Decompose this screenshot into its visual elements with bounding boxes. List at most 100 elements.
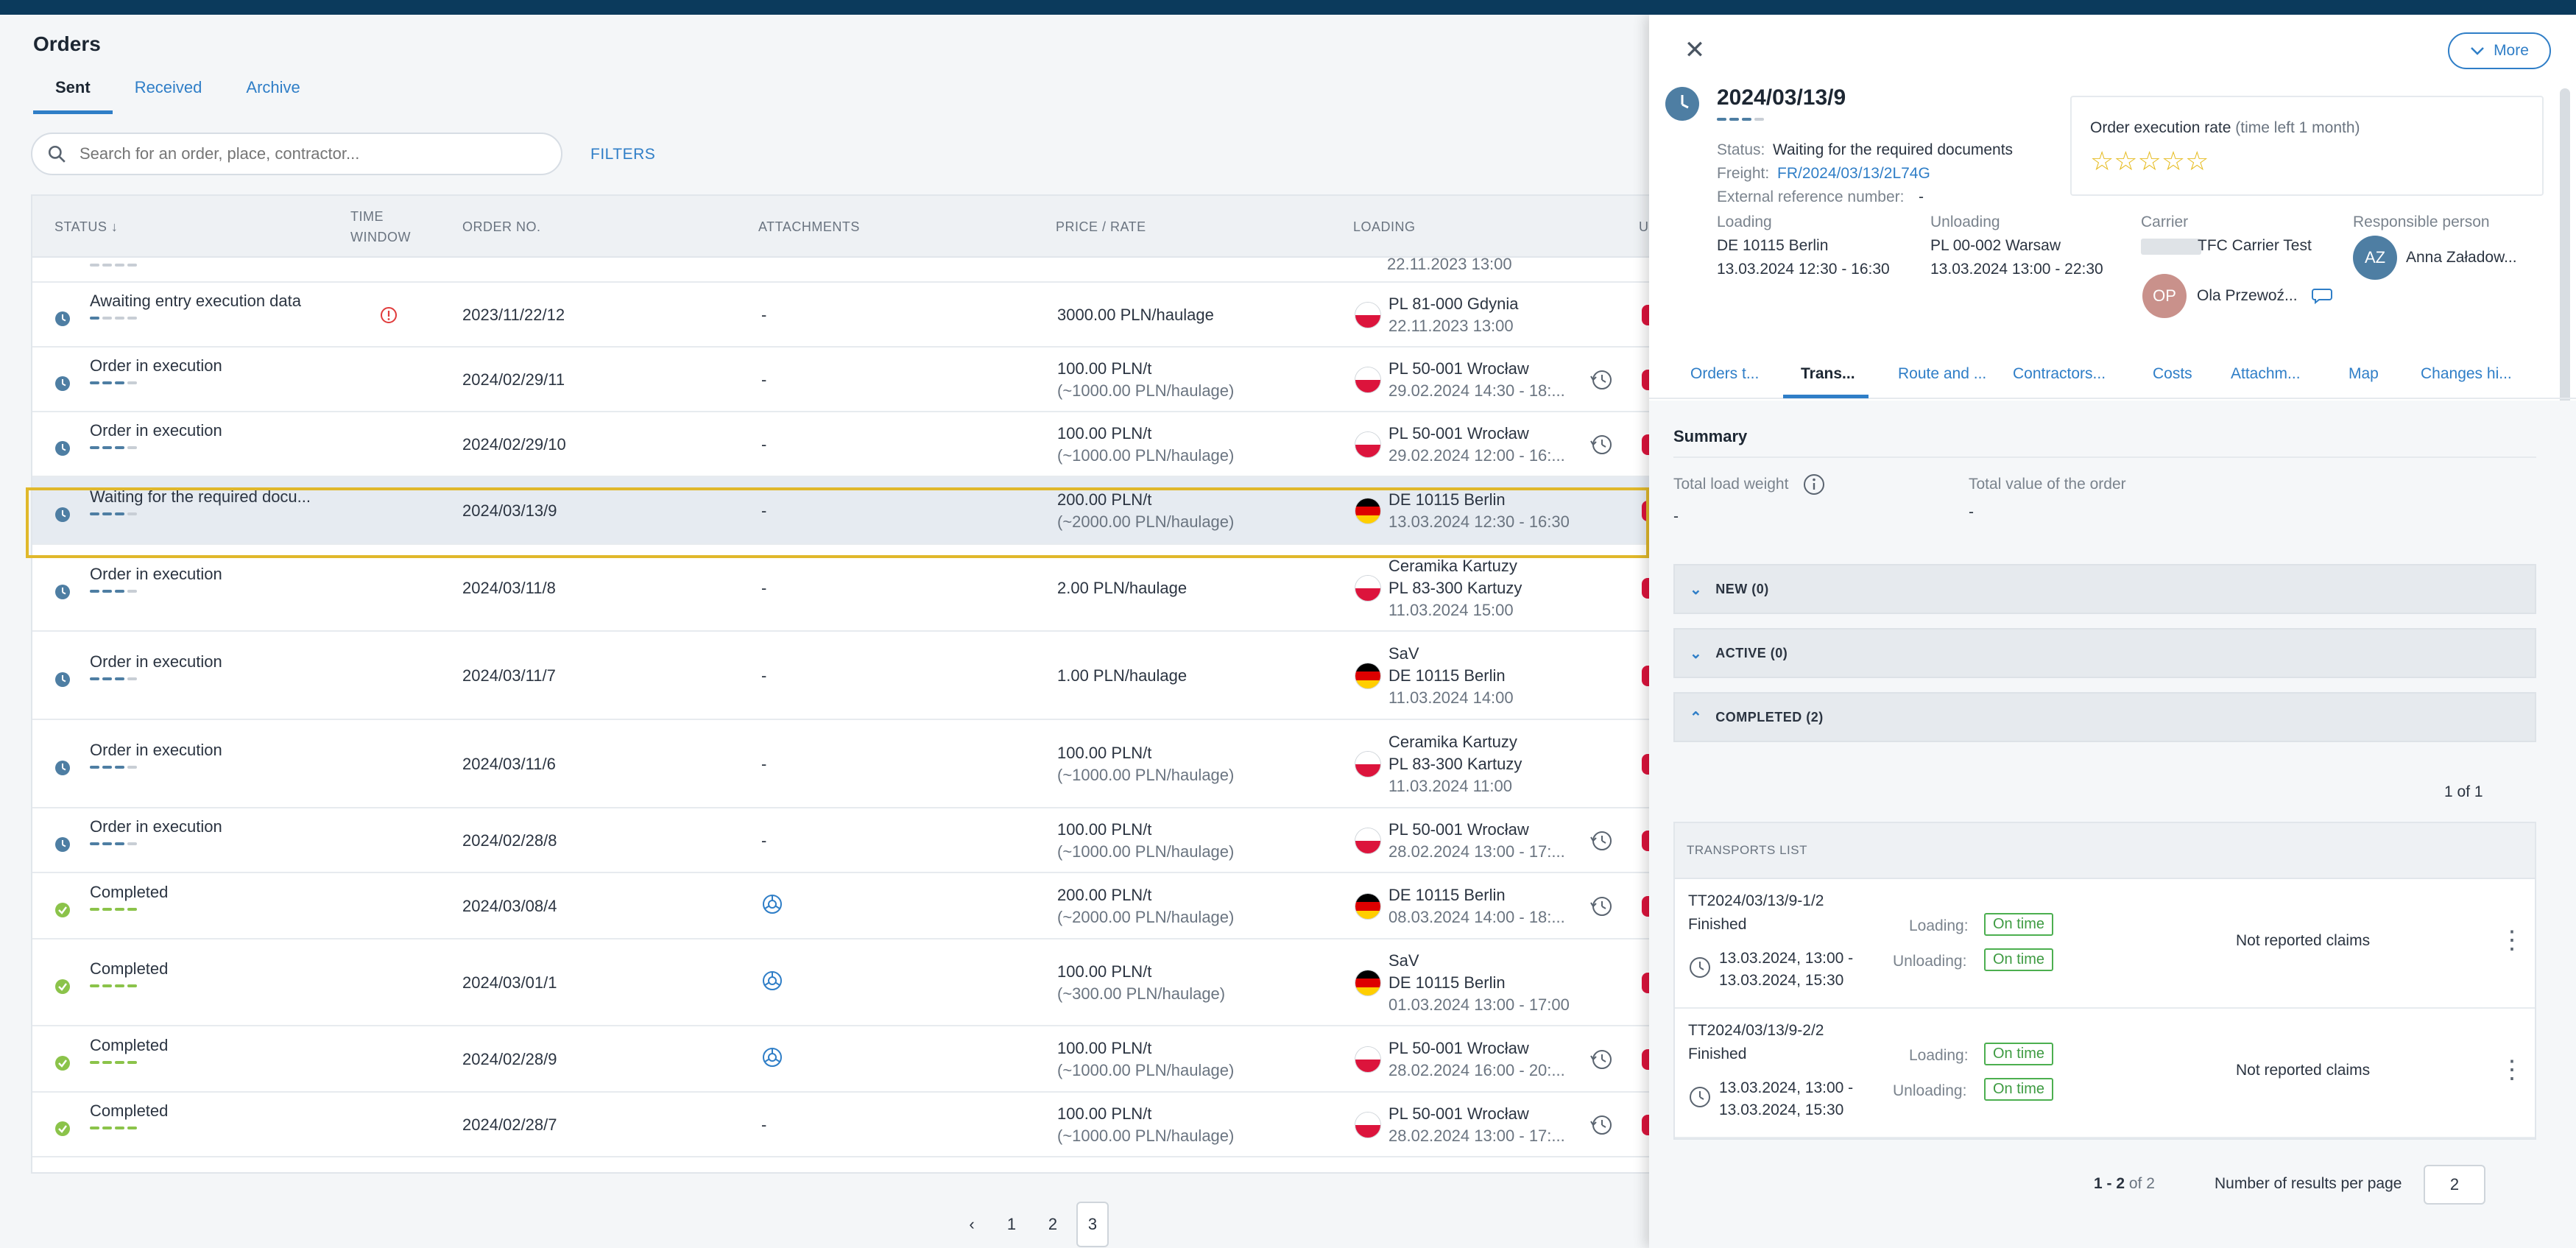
history-icon[interactable] (1589, 1113, 1614, 1138)
attachment-icon[interactable] (761, 970, 783, 992)
table-row[interactable]: Order in execution 2024/02/29/11 - 100.00 P… (32, 348, 1649, 412)
transport-row[interactable]: TT2024/03/13/9-2/2 Finished 13.03.2024, 13… (1675, 1009, 2535, 1138)
order-number[interactable]: 2024/02/28/7 (462, 1114, 557, 1136)
pagination-page-1[interactable]: 1 (995, 1202, 1028, 1247)
table-row[interactable]: Completed 2024/03/01/1 100.00 PLN/t (~300.0… (32, 939, 1649, 1026)
transport-id[interactable]: TT2024/03/13/9-2/2 (1688, 1022, 1824, 1040)
table-row[interactable]: Completed 2024/03/08/4 200.00 PLN/t (~2000.… (32, 873, 1649, 939)
table-row[interactable]: Waiting for the required docu... 2024/03/… (32, 477, 1649, 545)
order-number[interactable]: 2024/03/01/1 (462, 972, 557, 994)
order-number[interactable]: 2024/02/29/11 (462, 369, 565, 391)
tab-orders[interactable]: Orders t... (1690, 365, 1759, 383)
table-row[interactable]: Awaiting entry execution data 2023/11/22/… (32, 283, 1649, 348)
status-cell: Order in execution (90, 739, 222, 769)
tab-costs[interactable]: Costs (2153, 365, 2192, 383)
tab-archive[interactable]: Archive (224, 78, 322, 114)
order-number[interactable]: 2023/11/22/12 (462, 304, 565, 326)
price-cell: 100.00 PLN/t (~1000.00 PLN/haulage) (1057, 742, 1234, 786)
attachments-cell: - (761, 306, 767, 324)
history-icon[interactable] (1589, 828, 1614, 853)
pagination-page-3[interactable]: 3 (1076, 1202, 1109, 1247)
tab-received[interactable]: Received (113, 78, 225, 114)
price-cell: 100.00 PLN/t (~1000.00 PLN/haulage) (1057, 1037, 1234, 1082)
table-row-partial[interactable]: 22.11.2023 13:00 (32, 255, 1649, 283)
country-flag (1355, 970, 1381, 996)
search-box[interactable] (31, 133, 562, 175)
tab-transports[interactable]: Trans... (1801, 365, 1855, 383)
history-icon[interactable] (1589, 1047, 1614, 1072)
avatar: OP (2142, 274, 2187, 318)
country-flag (1355, 431, 1381, 458)
section-new[interactable]: ⌄ NEW (0) (1673, 564, 2536, 614)
pagination-page-2[interactable]: 2 (1037, 1202, 1069, 1247)
info-icon[interactable] (1802, 473, 1826, 496)
freight-link[interactable]: FR/2024/03/13/2L74G (1777, 165, 1930, 183)
history-icon[interactable] (1589, 432, 1614, 457)
chevron-down-icon: ⌄ (1690, 645, 1703, 662)
country-flag (1355, 893, 1381, 920)
tab-contractors[interactable]: Contractors... (2013, 365, 2106, 383)
close-icon[interactable]: ✕ (1680, 35, 1709, 65)
table-row[interactable]: Order in execution 2024/02/29/10 - 100.00 P… (32, 412, 1649, 477)
table-row[interactable]: Order in execution 2024/03/11/8 - 2.00 PLN/… (32, 545, 1649, 632)
history-icon[interactable] (1589, 367, 1614, 392)
order-number[interactable]: 2024/03/11/8 (462, 577, 556, 599)
filters-button[interactable]: FILTERS (590, 146, 655, 163)
table-row[interactable]: Completed 2024/02/28/9 100.00 PLN/t (~1000.… (32, 1026, 1649, 1093)
section-active[interactable]: ⌄ ACTIVE (0) (1673, 628, 2536, 678)
loading-line: 01.03.2024 13:00 - 17:00 (1388, 995, 1570, 1014)
price-total: (~1000.00 PLN/haulage) (1057, 1127, 1235, 1145)
tab-changes-history[interactable]: Changes hi... (2421, 365, 2512, 383)
order-number[interactable]: 2024/02/28/8 (462, 830, 557, 852)
pagination-prev[interactable]: ‹ (956, 1202, 988, 1247)
active-tab-underline (1783, 395, 1869, 398)
tab-sent[interactable]: Sent (33, 78, 113, 114)
rate-title: Order execution rate (time left 1 month) (2090, 119, 2360, 136)
progress-dashes (90, 677, 222, 680)
tab-map[interactable]: Map (2349, 365, 2379, 383)
transport-time-end: 13.03.2024, 15:30 (1719, 972, 1844, 989)
country-flag (1355, 1112, 1381, 1138)
order-number[interactable]: 2024/03/08/4 (462, 895, 557, 917)
freight-label: Freight: (1717, 165, 1770, 182)
clock-icon (1688, 956, 1712, 983)
section-completed[interactable]: ⌃ COMPLETED (2) (1673, 692, 2536, 742)
clock-icon (54, 376, 71, 392)
header-status[interactable]: STATUS ↓ (54, 196, 118, 258)
attachment-icon[interactable] (761, 893, 783, 915)
message-icon[interactable] (2312, 287, 2332, 305)
tab-attachments[interactable]: Attachm... (2231, 365, 2301, 383)
order-number[interactable]: 2024/03/13/9 (462, 500, 557, 522)
order-number[interactable]: 2024/02/28/9 (462, 1048, 557, 1071)
status-cell: Order in execution (90, 563, 222, 593)
history-icon[interactable] (1589, 894, 1614, 919)
rating-stars[interactable]: ☆☆☆☆☆ (2090, 146, 2209, 177)
attachments-cell: - (761, 370, 767, 389)
search-input[interactable] (80, 144, 521, 163)
carrier-logo-blur (2141, 239, 2201, 255)
table-row[interactable]: Order in execution 2024/03/11/7 - 1.00 PLN/… (32, 632, 1649, 720)
table-header: STATUS ↓ TIME WINDOW ORDER NO. ATTACHMEN… (32, 196, 1649, 258)
table-row[interactable]: Order in execution 2024/03/11/6 - 100.00 PL… (32, 720, 1649, 808)
transport-id[interactable]: TT2024/03/13/9-1/2 (1688, 892, 1824, 910)
price-rate: 2.00 PLN/haulage (1057, 579, 1188, 597)
header-attachments: ATTACHMENTS (758, 219, 860, 234)
claims-status: Not reported claims (2236, 932, 2371, 949)
status-cell: Completed (90, 881, 168, 911)
more-vertical-icon[interactable]: ⋮ (2499, 928, 2524, 953)
loading-cell: PL 81-000 Gdynia 22.11.2023 13:00 (1388, 293, 1519, 337)
attachment-icon[interactable] (761, 1046, 783, 1068)
order-number[interactable]: 2024/02/29/10 (462, 434, 566, 456)
status-cell: Order in execution (90, 651, 222, 680)
more-button[interactable]: More (2448, 32, 2551, 69)
transport-row[interactable]: TT2024/03/13/9-1/2 Finished 13.03.2024, 13… (1675, 879, 2535, 1009)
order-number[interactable]: 2024/03/11/6 (462, 753, 556, 775)
status-badge: On time (1984, 1078, 2054, 1101)
price-rate: 200.00 PLN/t (1057, 490, 1152, 509)
table-row[interactable]: Completed 2024/02/28/7 - 100.00 PLN/t (~1000… (32, 1093, 1649, 1157)
table-row[interactable]: Order in execution 2024/02/28/8 - 100.00 PL… (32, 808, 1649, 873)
more-vertical-icon[interactable]: ⋮ (2499, 1057, 2524, 1082)
per-page-input[interactable]: 2 (2424, 1165, 2485, 1205)
tab-route[interactable]: Route and ... (1898, 365, 1986, 383)
order-number[interactable]: 2024/03/11/7 (462, 665, 556, 687)
